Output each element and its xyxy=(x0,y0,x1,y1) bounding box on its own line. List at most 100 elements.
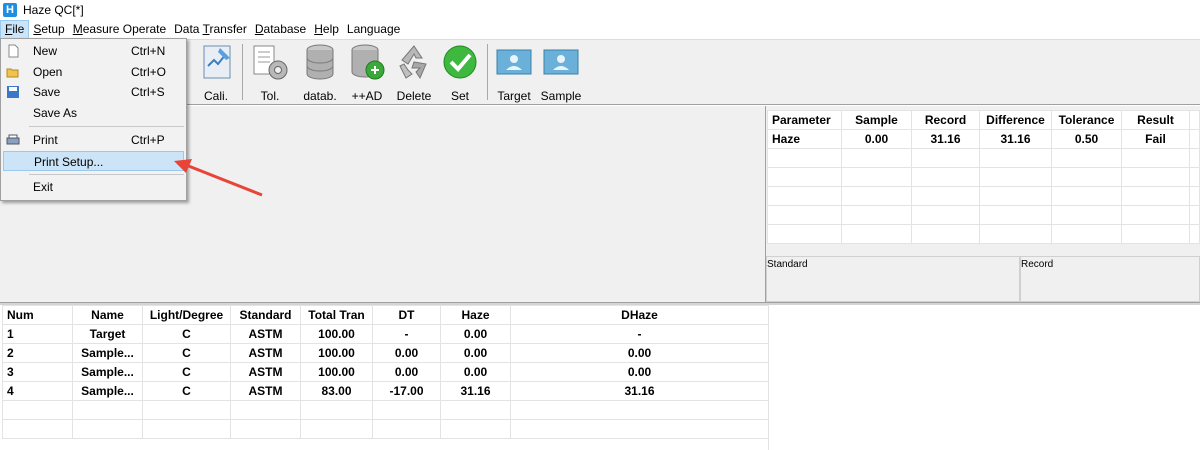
column-header[interactable]: Num xyxy=(2,305,73,325)
menu-item-new[interactable]: New Ctrl+N xyxy=(3,41,184,61)
column-header[interactable]: Standard xyxy=(230,305,301,325)
menu-setup[interactable]: Setup xyxy=(29,20,68,39)
target-button[interactable]: Target xyxy=(493,42,535,103)
table-cell: 0.00 xyxy=(510,362,769,382)
column-header[interactable]: Light/Degree xyxy=(142,305,231,325)
target-icon xyxy=(496,49,532,75)
record-box: Record xyxy=(1020,256,1200,302)
measurement-table: Num Name Light/Degree Standard Total Tra… xyxy=(2,305,769,439)
standard-record-panel: Standard Record xyxy=(766,256,1200,302)
menu-item-save-as[interactable]: Save As xyxy=(3,103,184,123)
tolerance-gear-icon xyxy=(253,45,288,80)
column-header[interactable]: Record xyxy=(911,110,980,130)
menu-separator xyxy=(29,126,184,127)
table-cell: 100.00 xyxy=(300,362,373,382)
table-cell: ASTM xyxy=(230,381,301,401)
sample-button[interactable]: Sample xyxy=(540,42,582,103)
table-cell: C xyxy=(142,343,231,363)
measurement-list-empty-area xyxy=(768,305,1200,450)
menu-file[interactable]: File xyxy=(0,20,30,39)
table-row[interactable]: 4 Sample... C ASTM 83.00 -17.00 31.16 31… xyxy=(2,381,769,401)
measurement-table-header: Num Name Light/Degree Standard Total Tra… xyxy=(2,305,769,325)
menu-separator xyxy=(29,174,184,175)
column-header[interactable]: Sample xyxy=(841,110,912,130)
column-header xyxy=(1189,110,1200,130)
table-cell: ASTM xyxy=(230,324,301,344)
table-cell: 0.00 xyxy=(440,343,511,363)
menu-bar: File Setup Measure Operate Data Transfer… xyxy=(0,20,1200,39)
table-row xyxy=(767,167,1200,187)
table-cell xyxy=(1189,129,1200,149)
app-icon: H xyxy=(3,2,17,17)
table-cell: 3 xyxy=(2,362,73,382)
menu-item-print-setup[interactable]: Print Setup... xyxy=(3,151,184,171)
table-row xyxy=(767,148,1200,168)
checkmark-icon xyxy=(443,45,477,79)
menu-item-print[interactable]: Print Ctrl+P xyxy=(3,130,184,150)
tol-button[interactable]: Tol. xyxy=(248,42,292,103)
table-cell: - xyxy=(510,324,769,344)
column-header[interactable]: Tolerance xyxy=(1051,110,1122,130)
table-cell: 0.00 xyxy=(440,362,511,382)
set-button[interactable]: Set xyxy=(440,42,480,103)
standard-label: Standard xyxy=(767,259,808,270)
table-cell: -17.00 xyxy=(372,381,441,401)
parameter-table: Parameter Sample Record Difference Toler… xyxy=(767,110,1200,244)
table-cell: 1 xyxy=(2,324,73,344)
table-cell: 0.50 xyxy=(1051,129,1122,149)
table-cell: 31.16 xyxy=(979,129,1052,149)
column-header[interactable]: DT xyxy=(372,305,441,325)
table-cell: Fail xyxy=(1121,129,1190,149)
database-icon xyxy=(306,44,334,80)
table-cell: C xyxy=(142,362,231,382)
datab-button[interactable]: datab. xyxy=(298,42,342,103)
table-cell: Sample... xyxy=(72,343,143,363)
table-cell: 0.00 xyxy=(372,362,441,382)
table-cell: 100.00 xyxy=(300,324,373,344)
table-cell: ASTM xyxy=(230,362,301,382)
menu-item-save[interactable]: Save Ctrl+S xyxy=(3,82,184,102)
menu-item-open[interactable]: Open Ctrl+O xyxy=(3,62,184,82)
table-cell: C xyxy=(142,324,231,344)
column-header[interactable]: Name xyxy=(72,305,143,325)
menu-item-exit[interactable]: Exit xyxy=(3,177,184,197)
new-file-icon xyxy=(8,44,19,58)
file-menu-dropdown: New Ctrl+N Open Ctrl+O Save Ctrl+S Save … xyxy=(0,38,187,201)
cali-button[interactable]: Cali. xyxy=(196,42,236,103)
menu-measure-operate[interactable]: Measure Operate xyxy=(69,20,170,39)
annotation-arrow-icon xyxy=(174,159,263,197)
table-row[interactable]: 1 Target C ASTM 100.00 - 0.00 - xyxy=(2,324,769,344)
menu-data-transfer[interactable]: Data Transfer xyxy=(170,20,251,39)
column-header[interactable]: DHaze xyxy=(510,305,769,325)
delete-button[interactable]: Delete xyxy=(392,42,436,103)
menu-help[interactable]: Help xyxy=(310,20,343,39)
column-header[interactable]: Parameter xyxy=(767,110,842,130)
table-row[interactable]: Haze 0.00 31.16 31.16 0.50 Fail xyxy=(767,129,1200,149)
printer-icon xyxy=(6,134,20,145)
table-cell: 31.16 xyxy=(440,381,511,401)
table-cell: 0.00 xyxy=(841,129,912,149)
toolbar-separator xyxy=(242,44,243,100)
table-cell: 100.00 xyxy=(300,343,373,363)
calibration-icon xyxy=(203,45,231,79)
column-header[interactable]: Result xyxy=(1121,110,1190,130)
column-header[interactable]: Haze xyxy=(440,305,511,325)
table-row xyxy=(767,224,1200,244)
menu-language[interactable]: Language xyxy=(343,20,404,39)
table-cell: ASTM xyxy=(230,343,301,363)
table-row[interactable]: 2 Sample... C ASTM 100.00 0.00 0.00 0.00 xyxy=(2,343,769,363)
record-label: Record xyxy=(1021,259,1054,270)
column-header[interactable]: Difference xyxy=(979,110,1052,130)
open-folder-icon xyxy=(6,68,19,78)
add-button[interactable]: ++AD xyxy=(346,42,388,103)
window-title: Haze QC[*] xyxy=(23,2,84,17)
table-row xyxy=(2,419,769,439)
menu-database[interactable]: Database xyxy=(251,20,310,39)
table-cell: Target xyxy=(72,324,143,344)
save-disk-icon xyxy=(7,86,19,98)
table-cell: C xyxy=(142,381,231,401)
table-cell: - xyxy=(372,324,441,344)
table-row[interactable]: 3 Sample... C ASTM 100.00 0.00 0.00 0.00 xyxy=(2,362,769,382)
column-header[interactable]: Total Tran xyxy=(300,305,373,325)
parameter-table-header: Parameter Sample Record Difference Toler… xyxy=(767,110,1200,130)
